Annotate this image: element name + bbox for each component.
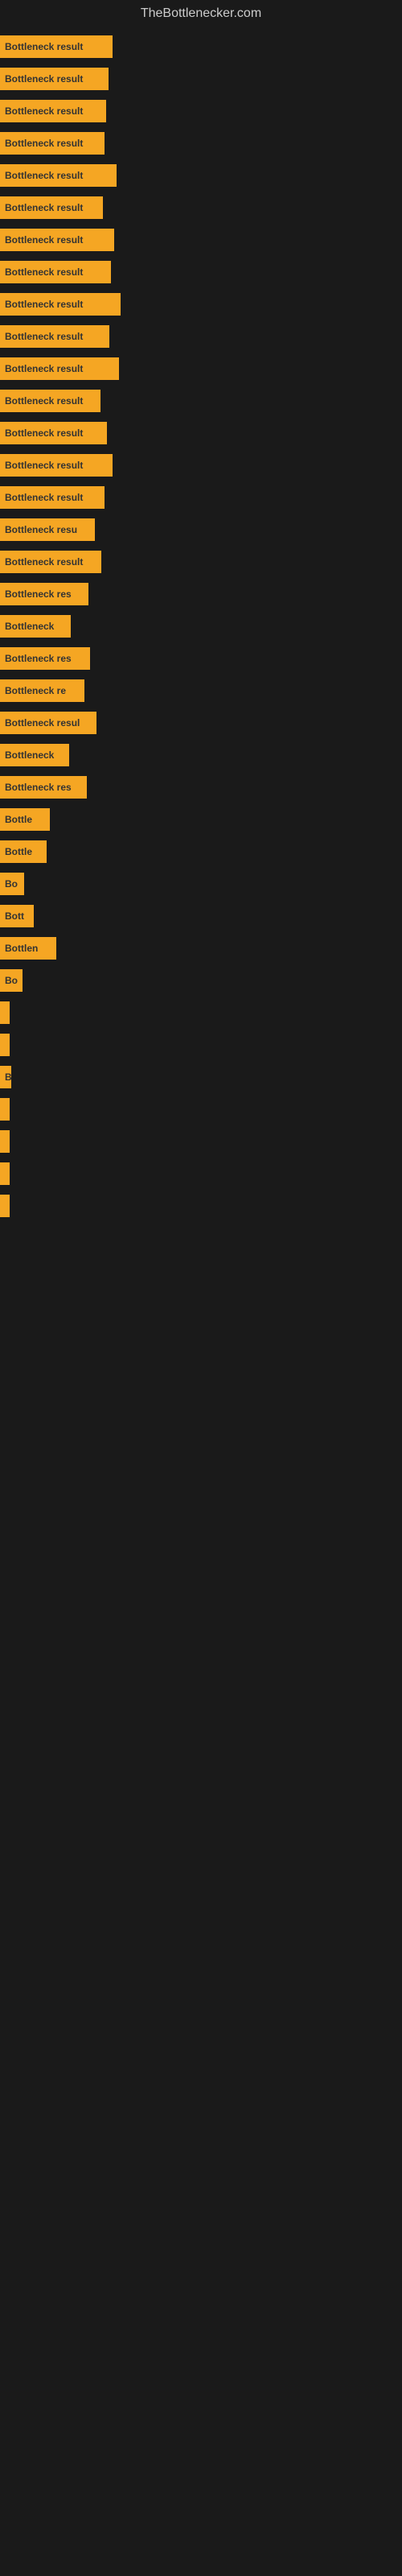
bar-row: Bottleneck result [0, 256, 402, 288]
bottleneck-bar: Bottleneck result [0, 454, 113, 477]
bottleneck-bar [0, 1001, 10, 1024]
bar-row: Bottleneck result [0, 288, 402, 320]
bar-row: Bottleneck result [0, 127, 402, 159]
bottleneck-bar: Bo [0, 969, 23, 992]
bottleneck-bar [0, 1195, 10, 1217]
bottleneck-bar: Bottlen [0, 937, 56, 960]
bottleneck-bar: Bottleneck re [0, 679, 84, 702]
bottleneck-bar [0, 1130, 10, 1153]
bar-row [0, 997, 402, 1029]
bottleneck-bar: Bottleneck res [0, 583, 88, 605]
bottleneck-bar: Bottleneck result [0, 390, 100, 412]
bar-row: Bottleneck resu [0, 514, 402, 546]
bar-row: Bo [0, 868, 402, 900]
bottleneck-bar: Bottleneck result [0, 486, 105, 509]
bar-row: Bo [0, 964, 402, 997]
bar-row: Bottle [0, 836, 402, 868]
bar-row: Bottleneck result [0, 417, 402, 449]
bar-row: Bottle [0, 803, 402, 836]
bar-row: Bottlen [0, 932, 402, 964]
bar-row: Bottleneck result [0, 31, 402, 63]
bar-row: Bottleneck result [0, 546, 402, 578]
bottleneck-bar: Bott [0, 905, 34, 927]
site-header: TheBottlenecker.com [0, 0, 402, 27]
bar-row [0, 1190, 402, 1222]
bottleneck-bar [0, 1098, 10, 1121]
bar-row: Bottleneck result [0, 449, 402, 481]
bar-row: Bottleneck result [0, 159, 402, 192]
bottleneck-bar: Bottleneck result [0, 132, 105, 155]
bar-row: Bottleneck re [0, 675, 402, 707]
bottleneck-bar [0, 1034, 10, 1056]
bottleneck-bar: Bottleneck result [0, 100, 106, 122]
bottleneck-bar [0, 1162, 10, 1185]
bottleneck-bar: Bottleneck [0, 744, 69, 766]
bottleneck-bar: Bottle [0, 808, 50, 831]
bar-row: Bottleneck resul [0, 707, 402, 739]
bar-row [0, 1093, 402, 1125]
bar-row: Bottleneck result [0, 320, 402, 353]
bottleneck-bar: Bottleneck res [0, 776, 87, 799]
site-title: TheBottlenecker.com [141, 6, 261, 20]
bar-row: Bottleneck result [0, 481, 402, 514]
bar-row [0, 1125, 402, 1158]
bar-row: Bott [0, 900, 402, 932]
bottleneck-bar: Bottleneck result [0, 164, 117, 187]
bar-row: Bottleneck result [0, 95, 402, 127]
bar-row [0, 1158, 402, 1190]
bottleneck-bar: Bottleneck result [0, 293, 121, 316]
bottleneck-bar: Bottleneck result [0, 196, 103, 219]
bar-row: Bottleneck [0, 739, 402, 771]
bottleneck-bar: Bottleneck resul [0, 712, 96, 734]
bar-row [0, 1029, 402, 1061]
bar-row: Bottleneck [0, 610, 402, 642]
bottleneck-bar: Bottleneck result [0, 357, 119, 380]
bottleneck-bar: Bottle [0, 840, 47, 863]
bottleneck-bar: Bottleneck result [0, 551, 101, 573]
bar-row: Bottleneck result [0, 224, 402, 256]
bottleneck-bar: Bo [0, 873, 24, 895]
bottleneck-bar: B [0, 1066, 11, 1088]
bar-row: Bottleneck result [0, 192, 402, 224]
bottleneck-bar: Bottleneck res [0, 647, 90, 670]
bottleneck-bar: Bottleneck result [0, 325, 109, 348]
bottleneck-bar: Bottleneck result [0, 422, 107, 444]
bars-container: Bottleneck result Bottleneck result Bottle… [0, 27, 402, 1225]
bottleneck-bar: Bottleneck resu [0, 518, 95, 541]
bar-row: Bottleneck result [0, 353, 402, 385]
bottleneck-bar: Bottleneck [0, 615, 71, 638]
bar-row: Bottleneck res [0, 771, 402, 803]
bar-row: Bottleneck res [0, 642, 402, 675]
bottleneck-bar: Bottleneck result [0, 35, 113, 58]
bottleneck-bar: Bottleneck result [0, 229, 114, 251]
bottleneck-bar: Bottleneck result [0, 68, 109, 90]
bar-row: Bottleneck result [0, 63, 402, 95]
bar-row: Bottleneck result [0, 385, 402, 417]
bar-row: B [0, 1061, 402, 1093]
bar-row: Bottleneck res [0, 578, 402, 610]
bottleneck-bar: Bottleneck result [0, 261, 111, 283]
